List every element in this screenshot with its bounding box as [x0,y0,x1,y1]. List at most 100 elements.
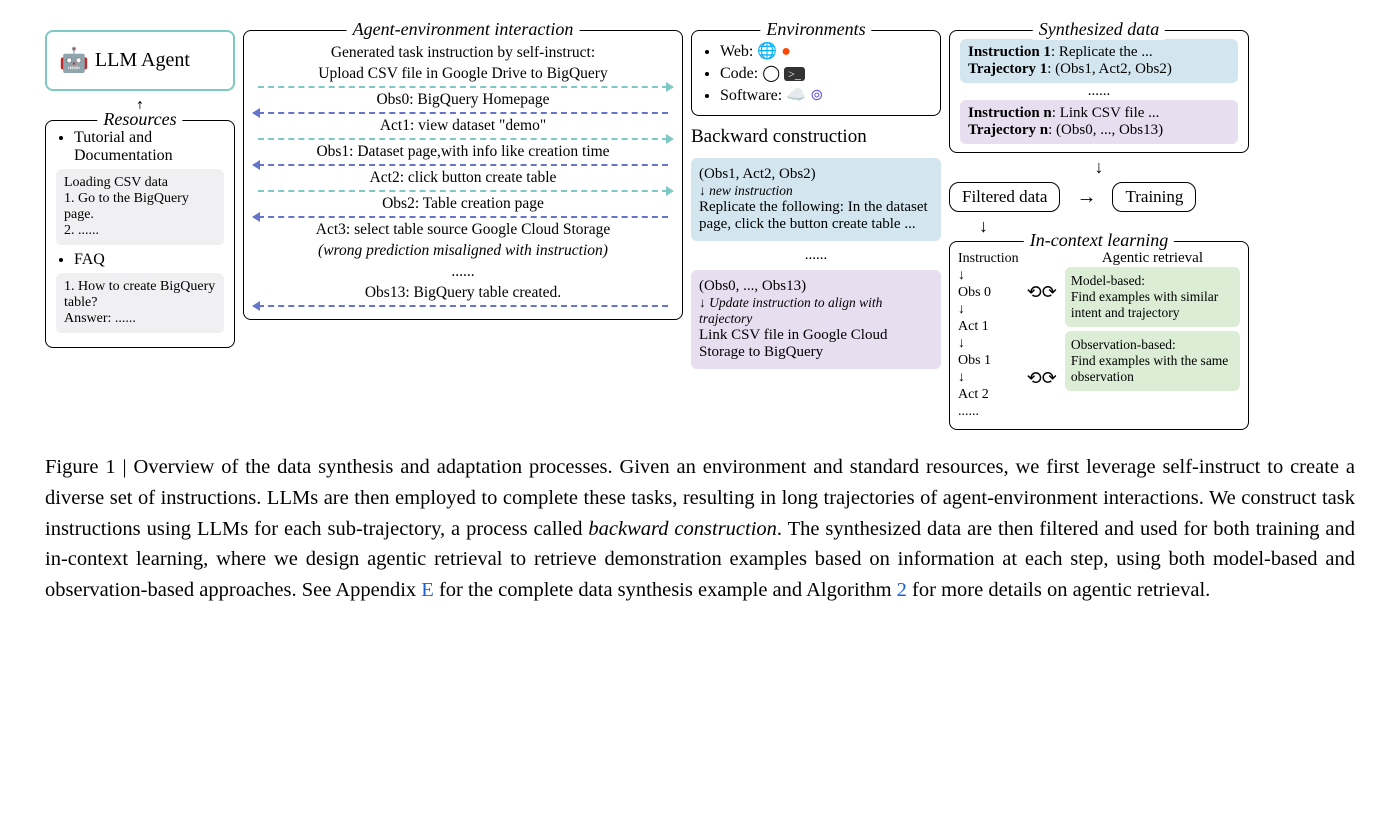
arrow-down-icon: ↓ [958,336,1019,352]
act3a: Act3: select table source Google Cloud S… [258,221,668,239]
model-based-text: Find examples with similar intent and tr… [1071,289,1234,321]
env-code-label: Code: [720,65,758,82]
resources-subbox-tutorial: Loading CSV data 1. Go to the BigQuery p… [56,169,224,245]
robot-icon: 🤖 [59,46,89,75]
agent-env-box: Agent-environment interaction Generated … [243,30,683,320]
synth-card-n: Instruction n: Link CSV file ... Traject… [960,100,1238,144]
environments-title: Environments [760,19,871,40]
figure-label: Figure 1 | [45,456,134,478]
icl-act2: Act 2 [958,387,1019,403]
backward-title: Backward construction [691,126,941,148]
tutorial-heading: Loading CSV data [64,175,216,191]
model-based-card: Model-based: Find examples with similar … [1065,267,1240,327]
interaction-ellipsis: ...... [258,263,668,281]
llm-agent-box: 🤖 LLM Agent [45,30,235,91]
faq-answer: Answer: ...... [64,311,216,327]
google-cloud-icon: ☁️ [786,87,806,104]
obs-based-label: Observation-based: [1071,337,1234,353]
resources-item-faq: FAQ [74,251,224,269]
faq-question: 1. How to create BigQuery table? [64,279,216,311]
resources-title: Resources [97,109,182,130]
arrow-down-icon: ↓ [949,157,1249,178]
col-left: 🤖 LLM Agent ↑ Resources Tutorial and Doc… [45,30,235,430]
backward-construction-italic: backward construction [588,518,777,540]
obs-based-text: Find examples with the same observation [1071,353,1234,385]
icl-title: In-context learning [1024,230,1174,251]
filtered-pill: Filtered data [949,182,1060,212]
obs-based-card: Observation-based: Find examples with th… [1065,331,1240,391]
bc2-traj: (Obs0, ..., Obs13) [699,278,933,295]
airtable-icon: ⊚ [810,87,823,104]
icl-obs1: Obs 1 [958,353,1019,369]
tutorial-step-1: 1. Go to the BigQuery page. [64,191,216,223]
col-synth: Synthesized data Instruction 1: Replicat… [949,30,1249,430]
llm-agent-label: LLM Agent [95,49,190,72]
resources-box: Resources Tutorial and Documentation Loa… [45,120,235,348]
backward-card-1: (Obs1, Act2, Obs2) ↓ new instruction Rep… [691,158,941,241]
obs1: Obs1: Dataset page,with info like creati… [258,143,668,161]
col-interaction: Agent-environment interaction Generated … [243,30,683,430]
dash-arrow-blue-icon [258,305,668,307]
act3b: (wrong prediction misaligned with instru… [258,242,668,260]
icl-box: In-context learning Instruction ↓ Obs 0 … [949,241,1249,430]
env-software: Software: ☁️ ⊚ [720,85,930,105]
tutorial-step-2: 2. ...... [64,223,216,239]
icl-columns: Instruction ↓ Obs 0 ↓ Act 1 ↓ Obs 1 ↓ Ac… [958,250,1240,421]
synth-i1: Instruction 1: Replicate the ... [968,44,1230,61]
env-code: Code: ◯ >_ [720,63,930,83]
synth-box: Synthesized data Instruction 1: Replicat… [949,30,1249,153]
icl-sync-col: ⟲⟳ ⟲⟳ [1027,250,1057,421]
figure-diagram: 🤖 LLM Agent ↑ Resources Tutorial and Doc… [45,30,1355,430]
bc2-text: Link CSV file in Google Cloud Storage to… [699,327,933,361]
icl-retrieval-col: Agentic retrieval Model-based: Find exam… [1065,250,1240,421]
dash-arrow-blue-icon [258,164,668,166]
icl-act1: Act 1 [958,319,1019,335]
synth-card-1: Instruction 1: Replicate the ... Traject… [960,39,1238,83]
appendix-e-link[interactable]: E [421,579,434,601]
task-gen-label: Generated task instruction by self-instr… [258,44,668,62]
act1: Act1: view dataset "demo" [258,117,668,135]
dash-arrow-teal-icon [258,190,668,192]
backward-card-2: (Obs0, ..., Obs13) ↓ Update instruction … [691,270,941,369]
synth-ellipsis: ...... [960,83,1238,100]
env-software-label: Software: [720,87,782,104]
environments-box: Environments Web: 🌐 ● Code: ◯ >_ Softwar… [691,30,941,116]
filtered-row: Filtered data → Training [949,182,1249,212]
resources-item-tutorial: Tutorial and Documentation [74,129,224,165]
algorithm-2-link[interactable]: 2 [897,579,907,601]
arrow-down-icon: ↓ [958,268,1019,284]
dash-arrow-teal-icon [258,138,668,140]
obs0: Obs0: BigQuery Homepage [258,91,668,109]
dash-arrow-teal-icon [258,86,668,88]
arrow-right-icon: → [1076,186,1096,209]
env-web-label: Web: [720,43,753,60]
sync-icon: ⟲⟳ [1027,368,1057,389]
dash-arrow-blue-icon [258,216,668,218]
bc1-new-label: ↓ new instruction [699,183,933,199]
resources-subbox-faq: 1. How to create BigQuery table? Answer:… [56,273,224,333]
col-backward: Environments Web: 🌐 ● Code: ◯ >_ Softwar… [691,30,941,430]
icl-instruction: Instruction [958,251,1019,267]
figure-caption: Figure 1 | Overview of the data synthesi… [45,452,1355,606]
caption-text-3: for the complete data synthesis example … [434,579,897,601]
synth-tn: Trajectory n: (Obs0, ..., Obs13) [968,122,1230,139]
dash-arrow-blue-icon [258,112,668,114]
backward-ellipsis: ...... [691,247,941,264]
synth-title: Synthesized data [1033,19,1165,40]
bc2-update-label: ↓ Update instruction to align with traje… [699,295,933,327]
training-pill: Training [1112,182,1196,212]
arrow-down-icon: ↓ [958,302,1019,318]
icl-ellipsis: ...... [958,404,1019,420]
bc1-traj: (Obs1, Act2, Obs2) [699,166,933,183]
reddit-icon: ● [781,43,791,60]
env-web: Web: 🌐 ● [720,41,930,61]
agent-env-title: Agent-environment interaction [347,19,580,40]
github-icon: ◯ [762,65,780,82]
icl-obs0: Obs 0 [958,285,1019,301]
icl-steps: Instruction ↓ Obs 0 ↓ Act 1 ↓ Obs 1 ↓ Ac… [958,250,1019,421]
sync-icon: ⟲⟳ [1027,282,1057,303]
synth-in: Instruction n: Link CSV file ... [968,105,1230,122]
bc1-text: Replicate the following: In the dataset … [699,199,933,233]
terminal-icon: >_ [784,67,805,81]
model-based-label: Model-based: [1071,273,1234,289]
